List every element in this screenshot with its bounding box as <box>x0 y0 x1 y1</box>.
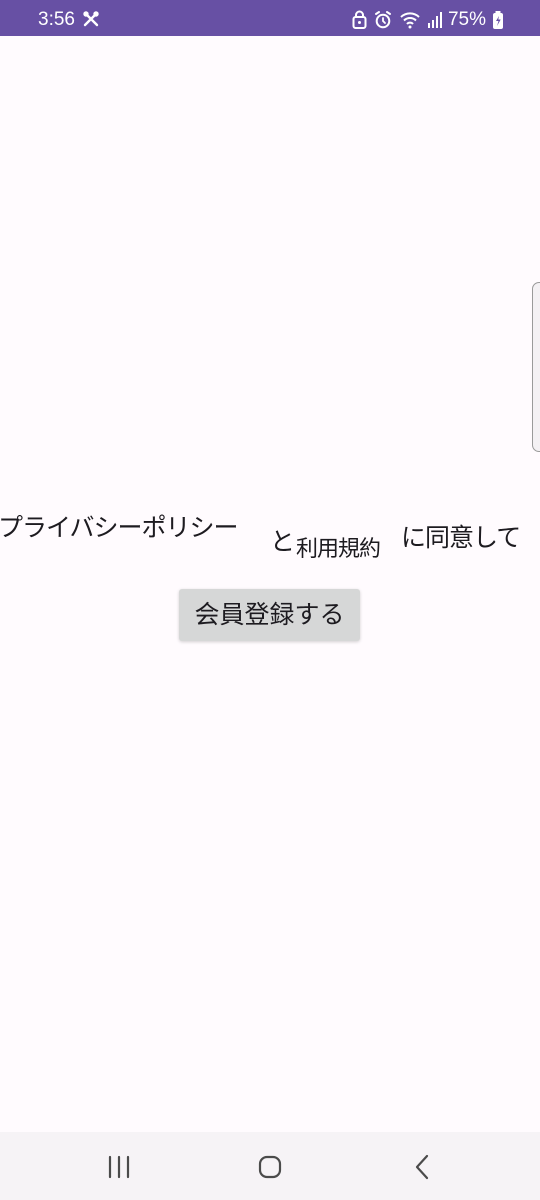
tools-icon <box>83 11 99 27</box>
consent-agree-text: に同意して <box>401 523 521 552</box>
register-button[interactable]: 会員登録する <box>179 589 360 641</box>
privacy-policy-link[interactable]: プライバシーポリシー <box>0 513 239 543</box>
recent-apps-icon[interactable] <box>103 1151 135 1183</box>
status-time: 3:56 <box>38 9 75 30</box>
status-indicators: 75% <box>352 9 504 31</box>
battery-icon <box>493 11 503 29</box>
navigation-bar <box>0 1132 540 1200</box>
battery-percentage: 75% <box>447 9 486 30</box>
terms-link[interactable]: 利用規約 <box>296 535 381 561</box>
back-icon[interactable] <box>407 1151 439 1183</box>
signal-icon <box>427 12 442 28</box>
consent-row: プライバシーポリシー と 利用規約 に同意して <box>0 511 540 561</box>
home-icon[interactable] <box>254 1151 286 1183</box>
edge-panel-handle[interactable] <box>532 282 540 452</box>
status-bar: 3:56 75% <box>0 0 540 36</box>
lock-icon <box>352 10 367 29</box>
consent-and-text: と <box>270 527 296 556</box>
wifi-icon <box>400 12 420 29</box>
alarm-icon <box>374 11 391 29</box>
